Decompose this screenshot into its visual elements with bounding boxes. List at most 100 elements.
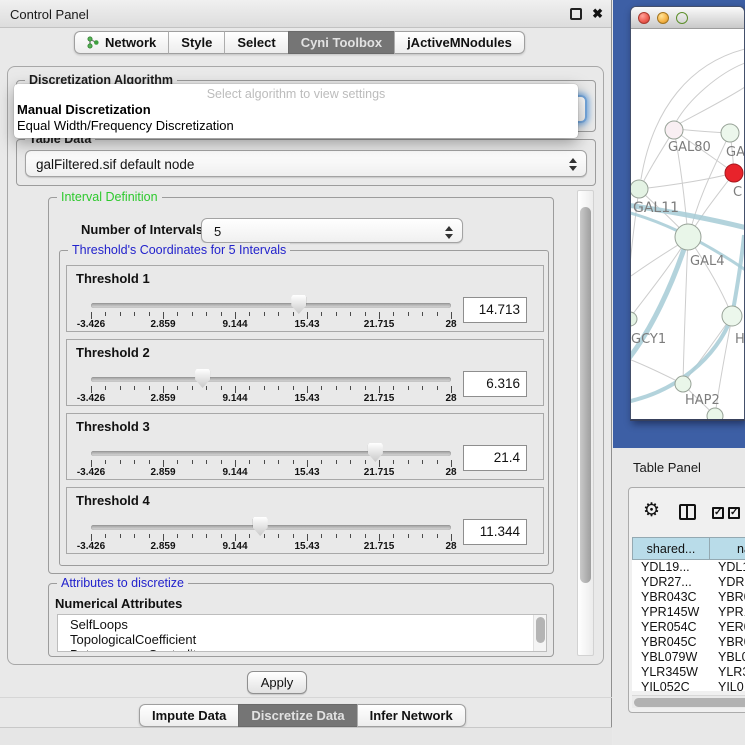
table-row[interactable]: YPR145WYPR1 bbox=[632, 605, 745, 620]
network-node[interactable] bbox=[722, 306, 742, 326]
close-icon[interactable]: ✖ bbox=[592, 6, 603, 22]
attribute-list-item[interactable]: SelfLoops bbox=[58, 617, 546, 632]
cell-name[interactable]: YLR3 bbox=[710, 665, 745, 680]
table-rows: YDL19...YDL1YDR27...YDR2YBR043CYBR0YPR14… bbox=[632, 560, 745, 691]
column-header-name[interactable]: na bbox=[710, 537, 745, 560]
cell-shared-name[interactable]: YDR27... bbox=[632, 575, 710, 590]
network-edge[interactable] bbox=[640, 173, 734, 189]
table-row[interactable]: YIL052CYIL0 bbox=[632, 680, 745, 691]
number-of-intervals-label: Number of Intervals bbox=[81, 222, 203, 237]
threshold-value-field[interactable]: 6.316 bbox=[463, 371, 527, 397]
cell-shared-name[interactable]: YBR045C bbox=[632, 635, 710, 650]
network-node[interactable] bbox=[665, 121, 683, 139]
network-node[interactable] bbox=[675, 224, 701, 250]
network-node[interactable] bbox=[631, 312, 637, 326]
column-header-shared-name[interactable]: shared... bbox=[632, 537, 710, 560]
tick-mark bbox=[91, 460, 92, 467]
network-canvas[interactable]: GAL80GACGAL11GAL4GCY1HHAP2 bbox=[631, 29, 744, 419]
cell-name[interactable]: YDR2 bbox=[710, 575, 745, 590]
threshold-value-field[interactable]: 21.4 bbox=[463, 445, 527, 471]
cell-name[interactable]: YER0 bbox=[710, 620, 745, 635]
table-row[interactable]: YDR27...YDR2 bbox=[632, 575, 745, 590]
threshold-value-field[interactable]: 14.713 bbox=[463, 297, 527, 323]
slider-track[interactable] bbox=[91, 303, 451, 308]
tick-mark bbox=[451, 460, 452, 467]
close-traffic-light-icon[interactable] bbox=[638, 12, 650, 24]
tab-infer-network[interactable]: Infer Network bbox=[357, 704, 466, 727]
zoom-traffic-light-icon[interactable] bbox=[676, 12, 688, 24]
float-icon[interactable] bbox=[570, 8, 582, 20]
table-hscrollbar-thumb[interactable] bbox=[634, 698, 745, 707]
list-scrollbar-thumb[interactable] bbox=[536, 617, 545, 643]
network-node-label: GAL11 bbox=[633, 200, 679, 216]
slider-track[interactable] bbox=[91, 525, 451, 530]
tick-mark bbox=[379, 534, 380, 541]
table-row[interactable]: YDL19...YDL1 bbox=[632, 560, 745, 575]
cell-shared-name[interactable]: YLR345W bbox=[632, 665, 710, 680]
cell-shared-name[interactable]: YER054C bbox=[632, 620, 710, 635]
tick-label: 15.43 bbox=[294, 467, 319, 478]
cell-shared-name[interactable]: YPR145W bbox=[632, 605, 710, 620]
network-edge-thick[interactable] bbox=[732, 235, 744, 316]
cell-name[interactable]: YIL0 bbox=[710, 680, 745, 691]
panel-scrollbar[interactable] bbox=[577, 190, 594, 656]
cell-name[interactable]: YBR0 bbox=[710, 635, 745, 650]
network-graph[interactable]: GAL80GACGAL11GAL4GCY1HHAP2 bbox=[631, 29, 744, 419]
tab-select[interactable]: Select bbox=[224, 31, 287, 54]
cell-shared-name[interactable]: YDL19... bbox=[632, 560, 710, 575]
list-scrollbar[interactable] bbox=[533, 615, 546, 651]
columns-icon[interactable] bbox=[679, 504, 696, 520]
tab-jactivemnodules[interactable]: jActiveMNodules bbox=[394, 31, 525, 54]
cell-name[interactable]: YDL1 bbox=[710, 560, 745, 575]
attribute-list-item[interactable]: BetweennessCentrality bbox=[58, 647, 546, 652]
apply-button[interactable]: Apply bbox=[247, 671, 307, 694]
network-edge[interactable] bbox=[676, 63, 744, 122]
table-row[interactable]: YBR045CYBR0 bbox=[632, 635, 745, 650]
panel-scrollbar-thumb[interactable] bbox=[580, 207, 591, 583]
network-node[interactable] bbox=[675, 376, 691, 392]
tab-style[interactable]: Style bbox=[168, 31, 224, 54]
network-edge[interactable] bbox=[631, 360, 683, 384]
slider-track[interactable] bbox=[91, 377, 451, 382]
table-row[interactable]: YBR043CYBR0 bbox=[632, 590, 745, 605]
spinner-arrows-icon[interactable] bbox=[445, 226, 453, 239]
dropdown-item-manual-discretization[interactable]: Manual Discretization bbox=[17, 102, 151, 117]
table-row[interactable]: YBL079WYBL0 bbox=[632, 650, 745, 665]
tab-cyni-toolbox[interactable]: Cyni Toolbox bbox=[288, 31, 394, 54]
tab-network[interactable]: Network bbox=[74, 31, 168, 54]
tick-mark bbox=[408, 386, 409, 390]
tab-impute-data[interactable]: Impute Data bbox=[139, 704, 238, 727]
tick-mark bbox=[134, 534, 135, 538]
tab-discretize-data[interactable]: Discretize Data bbox=[238, 704, 356, 727]
checkbox-icon[interactable]: ✓ bbox=[728, 507, 740, 519]
slider-track[interactable] bbox=[91, 451, 451, 456]
table-data-combobox[interactable]: galFiltered.sif default node bbox=[25, 150, 587, 177]
intervals-spinner[interactable]: 5 bbox=[201, 218, 463, 243]
cell-shared-name[interactable]: YIL052C bbox=[632, 680, 710, 691]
network-edge[interactable] bbox=[683, 237, 688, 384]
tick-mark bbox=[120, 386, 121, 390]
gear-icon[interactable]: ⚙ bbox=[643, 500, 660, 522]
tick-mark bbox=[293, 460, 294, 464]
tick-mark bbox=[105, 534, 106, 538]
table-row[interactable]: YLR345WYLR3 bbox=[632, 665, 745, 680]
network-node[interactable] bbox=[707, 408, 723, 419]
network-node[interactable] bbox=[631, 180, 648, 198]
network-node[interactable] bbox=[721, 124, 739, 142]
table-row[interactable]: YER054CYER0 bbox=[632, 620, 745, 635]
minimize-traffic-light-icon[interactable] bbox=[657, 12, 669, 24]
cell-name[interactable]: YBR0 bbox=[710, 590, 745, 605]
network-window-titlebar[interactable] bbox=[631, 7, 744, 29]
cell-shared-name[interactable]: YBR043C bbox=[632, 590, 710, 605]
table-hscrollbar[interactable] bbox=[632, 695, 745, 708]
tick-mark bbox=[264, 534, 265, 538]
checkbox-icon[interactable]: ✓ bbox=[712, 507, 724, 519]
network-node[interactable] bbox=[725, 164, 743, 182]
cell-shared-name[interactable]: YBL079W bbox=[632, 650, 710, 665]
attribute-list-item[interactable]: TopologicalCoefficient bbox=[58, 632, 546, 647]
cell-name[interactable]: YBL0 bbox=[710, 650, 745, 665]
cell-name[interactable]: YPR1 bbox=[710, 605, 745, 620]
tick-mark bbox=[293, 386, 294, 390]
threshold-value-field[interactable]: 11.344 bbox=[463, 519, 527, 545]
dropdown-item-equal-width-frequency[interactable]: Equal Width/Frequency Discretization bbox=[17, 118, 234, 133]
